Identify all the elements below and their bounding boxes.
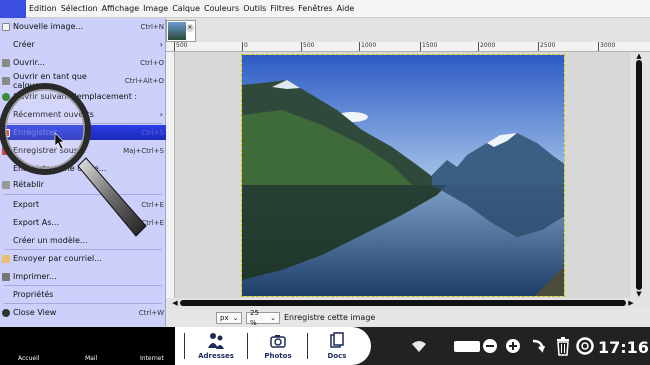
image-canvas[interactable] — [241, 54, 565, 297]
menu-calque[interactable]: Calque — [172, 4, 200, 13]
chevron-right-icon: › — [159, 40, 163, 49]
menu-selection[interactable]: Sélection — [61, 4, 98, 13]
ruler-tick: 1000 — [359, 42, 377, 51]
image-tab[interactable]: × — [166, 20, 196, 42]
zoom-select[interactable]: 25 % ⌄ — [246, 309, 280, 327]
new-image-icon — [2, 22, 10, 31]
clock: 17:16 — [598, 338, 649, 357]
contacts-icon — [208, 333, 224, 349]
undo-arrow-icon[interactable] — [530, 337, 546, 355]
menu-item-print[interactable]: Imprimer... — [0, 269, 166, 284]
unit-select[interactable]: px ⌄ — [216, 311, 242, 324]
close-tab-icon[interactable]: × — [186, 24, 194, 32]
menu-item-label: Envoyer par courriel... — [13, 254, 102, 263]
menu-image[interactable]: Image — [143, 4, 168, 13]
horizontal-scroll-thumb[interactable] — [180, 300, 626, 306]
menu-item-label: Créer — [13, 40, 35, 49]
taskbar-left: Accueil Mail Internet — [0, 327, 180, 365]
battery-icon[interactable] — [454, 341, 480, 352]
landscape-photo — [242, 55, 564, 296]
menu-item-send-email[interactable]: Envoyer par courriel... — [0, 251, 166, 266]
taskbar-button-label: Adresses — [198, 352, 234, 360]
scroll-up-icon[interactable]: ▲ — [634, 52, 644, 60]
scroll-left-icon[interactable]: ◀ — [170, 298, 180, 308]
horizontal-ruler: 500 0 500 1000 1500 2000 2500 3000 — [166, 42, 650, 52]
ruler-tick: 1500 — [420, 42, 438, 51]
taskbar: Accueil Mail Internet Adresses Photos Do… — [0, 327, 650, 365]
ruler-tick: 2000 — [478, 42, 496, 51]
ruler-tick: 500 — [174, 42, 188, 51]
menu-edition[interactable]: Edition — [29, 4, 57, 13]
taskbar-apps: Adresses Photos Docs — [175, 327, 371, 365]
volume-up-icon[interactable] — [505, 338, 521, 354]
taskbar-separator — [247, 333, 248, 359]
menu-outils[interactable]: Outils — [243, 4, 266, 13]
zoom-value: 25 % — [250, 308, 259, 327]
menu-item-label: Nouvelle image... — [13, 22, 84, 31]
menu-affichage[interactable]: Affichage — [102, 4, 140, 13]
menu-item-label: Propriétés — [13, 290, 54, 299]
image-thumbnail — [168, 22, 186, 40]
help-lifebuoy-icon[interactable] — [576, 337, 594, 355]
menu-fichier[interactable] — [0, 0, 26, 18]
menu-fenetres[interactable]: Fenêtres — [298, 4, 332, 13]
taskbar-label-mail[interactable]: Mail — [85, 355, 97, 362]
taskbar-label-internet[interactable]: Internet — [140, 355, 164, 362]
documents-icon — [330, 332, 344, 348]
menu-item-new-image[interactable]: Nouvelle image... Ctrl+N — [0, 19, 166, 34]
close-icon — [2, 308, 10, 317]
menu-item-close-view[interactable]: Close View Ctrl+W — [0, 305, 166, 320]
taskbar-label-accueil[interactable]: Accueil — [18, 355, 39, 362]
ruler-tick: 500 — [301, 42, 315, 51]
trash-icon[interactable] — [555, 336, 571, 356]
horizontal-scrollbar[interactable]: ◀ ▶ — [170, 298, 636, 308]
taskbar-button-label: Docs — [327, 352, 347, 360]
chevron-down-icon: ⌄ — [232, 313, 239, 322]
wifi-icon[interactable] — [410, 338, 428, 354]
volume-down-icon[interactable] — [482, 338, 498, 354]
taskbar-button-label: Photos — [264, 352, 292, 360]
menu-separator — [4, 249, 162, 250]
menu-item-label: Imprimer... — [13, 272, 57, 281]
vertical-scroll-thumb[interactable] — [636, 60, 642, 290]
menu-filtres[interactable]: Filtres — [270, 4, 294, 13]
taskbar-button-adresses[interactable]: Adresses — [190, 327, 242, 365]
mail-icon — [2, 254, 10, 263]
menu-aide[interactable]: Aide — [337, 4, 355, 13]
blank-icon — [2, 291, 10, 299]
menu-separator — [4, 285, 162, 286]
menu-item-properties[interactable]: Propriétés — [0, 287, 166, 302]
blank-icon — [2, 41, 10, 49]
taskbar-separator — [307, 333, 308, 359]
chevron-down-icon: ⌄ — [270, 313, 276, 322]
scroll-down-icon[interactable]: ▼ — [634, 290, 644, 298]
taskbar-separator — [184, 333, 185, 359]
menu-couleurs[interactable]: Couleurs — [204, 4, 239, 13]
printer-icon — [2, 272, 10, 281]
ruler-tick: 2500 — [538, 42, 556, 51]
camera-icon — [270, 335, 286, 348]
ruler-tick: 0 — [242, 42, 248, 51]
scroll-right-icon[interactable]: ▶ — [626, 298, 636, 308]
menubar: Edition Sélection Affichage Image Calque… — [0, 0, 650, 18]
menu-item-label: Close View — [13, 308, 57, 317]
vertical-scrollbar[interactable]: ▲ ▼ — [634, 52, 644, 298]
vertical-ruler — [166, 52, 175, 298]
magnifier-icon — [0, 83, 147, 237]
menu-item-shortcut: Ctrl+N — [140, 22, 164, 31]
menu-item-shortcut: Ctrl+W — [138, 308, 164, 317]
menu-separator — [4, 303, 162, 304]
menu-item-create[interactable]: Créer › — [0, 37, 166, 52]
status-message: Enregistre cette image — [284, 313, 376, 322]
chevron-right-icon: › — [159, 110, 163, 119]
ruler-tick: 3000 — [598, 42, 616, 51]
taskbar-button-photos[interactable]: Photos — [253, 327, 303, 365]
status-bar: px ⌄ 25 % ⌄ Enregistre cette image — [166, 309, 650, 327]
unit-value: px — [220, 313, 229, 322]
taskbar-button-docs[interactable]: Docs — [313, 327, 361, 365]
